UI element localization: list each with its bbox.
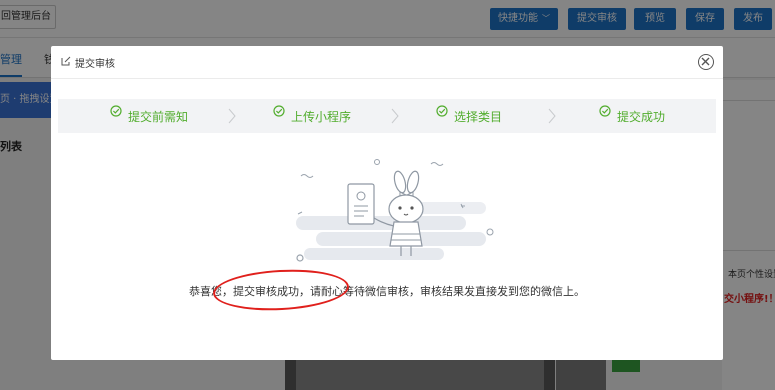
progress-steps: 提交前需知 上传小程序 选择类目 提交成功 — [58, 99, 716, 133]
check-circle-icon — [110, 105, 122, 117]
success-message: 恭喜您，提交审核成功，请耐心等待微信审核，审核结果发直接发到您的微信上。 — [189, 285, 585, 298]
chevron-right-icon — [548, 108, 556, 124]
success-illustration — [296, 159, 494, 262]
step-label: 提交前需知 — [128, 110, 189, 124]
close-icon — [701, 57, 710, 66]
chevron-right-icon — [228, 108, 236, 124]
check-circle-icon — [273, 105, 285, 117]
step-label: 提交成功 — [617, 110, 666, 124]
chevron-right-icon — [391, 108, 399, 124]
check-circle-icon — [436, 105, 448, 117]
highlight-annotation — [212, 266, 350, 314]
step-label: 上传小程序 — [291, 110, 352, 124]
step-label: 选择类目 — [454, 110, 503, 124]
dialog-header: 提交审核 — [51, 46, 723, 79]
dialog-title: 提交审核 — [75, 59, 115, 70]
close-button[interactable] — [698, 54, 714, 70]
edit-icon — [61, 56, 71, 66]
submit-review-dialog: 提交审核 提交前需知 上传小程序 选择类目 提交成功 恭喜您，提交审核成功，请耐… — [51, 46, 723, 360]
check-circle-icon — [599, 105, 611, 117]
